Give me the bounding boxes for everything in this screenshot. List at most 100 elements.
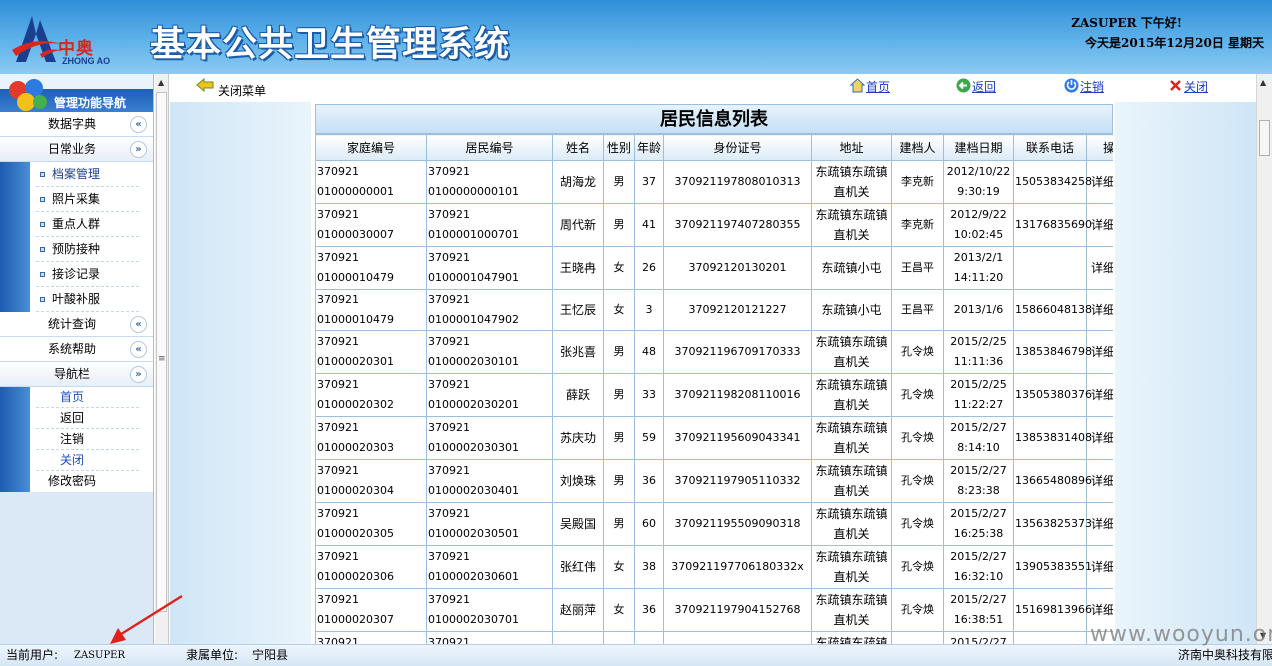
sidebar-item-vaccination[interactable]: 预防接种 bbox=[0, 237, 153, 262]
vertical-scrollbar[interactable]: ▲ ▼ bbox=[1256, 74, 1272, 644]
resident-table: 家庭编号 居民编号 姓名 性别 年龄 身份证号 地址 建档人 建档日期 联系电话… bbox=[315, 134, 1113, 644]
address-cell: 东疏镇东疏镇直机关 bbox=[811, 203, 892, 247]
table-row[interactable]: 370921 01000020305 370921 0100002030501 吴殿… bbox=[315, 502, 1113, 546]
sidebar-item-label: 预防接种 bbox=[52, 242, 101, 256]
nav-link-home[interactable]: 首页 bbox=[0, 387, 153, 408]
id-number-cell: 37092120130201 bbox=[663, 246, 812, 290]
address-cell: 东疏镇东疏镇直机关 bbox=[811, 631, 892, 644]
nav-link-logout[interactable]: 注销 bbox=[0, 429, 153, 450]
creator-cell: 王昌平 bbox=[891, 246, 944, 290]
col-header-creator[interactable]: 建档人 bbox=[891, 134, 944, 161]
category-data-dictionary[interactable]: 数据字典 « bbox=[0, 112, 153, 137]
splitter-thumb[interactable] bbox=[156, 92, 167, 612]
frame-splitter[interactable]: ▲ ≡ bbox=[155, 74, 169, 644]
name-cell: 赵丽萍 bbox=[552, 588, 604, 632]
address-cell: 东疏镇东疏镇直机关 bbox=[811, 416, 892, 460]
action-cell[interactable]: 详细信息 bbox=[1086, 203, 1113, 247]
col-header-resident-id[interactable]: 居民编号 bbox=[426, 134, 553, 161]
age-cell: 36 bbox=[634, 588, 664, 632]
address-cell: 东疏镇东疏镇直机关 bbox=[811, 502, 892, 546]
action-cell[interactable]: 详细信息 bbox=[1086, 160, 1113, 204]
company-logo: 中奥 ZHONG AO bbox=[10, 10, 122, 66]
nav-link-change-password[interactable]: 修改密码 bbox=[0, 471, 153, 492]
sidebar-accent-bar bbox=[0, 450, 30, 471]
id-number-cell: 370921195609043341 bbox=[663, 416, 812, 460]
category-help[interactable]: 系统帮助 « bbox=[0, 337, 153, 362]
name-cell: 张红伟 bbox=[552, 545, 604, 589]
table-row[interactable]: 370921 01000020304 370921 0100002030401 刘焕… bbox=[315, 459, 1113, 503]
resident-id-cell: 370921 0100000000101 bbox=[426, 160, 553, 204]
scroll-up-icon[interactable]: ▲ bbox=[1260, 78, 1266, 87]
app-window: 中奥 ZHONG AO 基本公共卫生管理系统 ZASUPER 下午好! 今天是2… bbox=[0, 0, 1272, 666]
grip-icon[interactable]: ≡ bbox=[158, 354, 166, 364]
sidebar-item-folic-acid[interactable]: 叶酸补服 bbox=[0, 287, 153, 312]
address-cell: 东疏镇东疏镇直机关 bbox=[811, 588, 892, 632]
expand-toggle-icon[interactable]: » bbox=[130, 366, 147, 383]
table-row[interactable]: 370921 01000020301 370921 0100002030101 张兆… bbox=[315, 330, 1113, 374]
created-date-cell: 2015/2/25 11:11:36 bbox=[943, 330, 1014, 374]
nav-title: 管理功能导航 bbox=[54, 96, 127, 110]
sidebar-item-photo[interactable]: 照片采集 bbox=[0, 187, 153, 212]
table-row[interactable]: 370921 01000030007 370921 0100001000701 周代… bbox=[315, 203, 1113, 247]
bullet-icon bbox=[40, 297, 45, 302]
category-label: 统计查询 bbox=[48, 317, 97, 331]
nav-link-back[interactable]: 返回 bbox=[0, 408, 153, 429]
action-cell[interactable]: 详细信息 bbox=[1086, 545, 1113, 589]
id-number-cell: 370921197904152768 bbox=[663, 588, 812, 632]
col-header-created-date[interactable]: 建档日期 bbox=[943, 134, 1014, 161]
table-row[interactable]: 370921 01000020307 370921 0100002030701 赵丽… bbox=[315, 588, 1113, 632]
collapse-toggle-icon[interactable]: « bbox=[130, 116, 147, 133]
col-header-phone[interactable]: 联系电话 bbox=[1013, 134, 1087, 161]
expand-toggle-icon[interactable]: » bbox=[130, 141, 147, 158]
col-header-name[interactable]: 姓名 bbox=[552, 134, 604, 161]
arrow-up-icon[interactable]: ▲ bbox=[158, 78, 164, 87]
action-cell[interactable]: 详细信息 bbox=[1086, 373, 1113, 417]
table-row[interactable]: 370921 01000000001 370921 0100000000101 胡海… bbox=[315, 160, 1113, 204]
col-header-id-number[interactable]: 身份证号 bbox=[663, 134, 812, 161]
table-row[interactable]: 370921 01000020303 370921 0100002030301 苏庆… bbox=[315, 416, 1113, 460]
logout-link[interactable]: 注销 bbox=[1064, 78, 1104, 95]
gender-cell: 男 bbox=[603, 330, 635, 374]
home-link[interactable]: 首页 bbox=[850, 78, 890, 95]
col-header-address[interactable]: 地址 bbox=[811, 134, 892, 161]
nav-link-close[interactable]: 关闭 bbox=[0, 450, 153, 471]
action-cell[interactable]: 详细信息 bbox=[1086, 246, 1113, 290]
category-daily-business[interactable]: 日常业务 » bbox=[0, 137, 153, 162]
phone-cell: 13853846798 bbox=[1013, 330, 1092, 374]
category-statistics[interactable]: 统计查询 « bbox=[0, 312, 153, 337]
sidebar-item-archive[interactable]: 档案管理 bbox=[0, 162, 153, 187]
table-row[interactable]: 370921 01000010479 370921 0100001047902 王忆… bbox=[315, 289, 1113, 331]
col-header-age[interactable]: 年龄 bbox=[634, 134, 664, 161]
table-row[interactable]: 370921 01000020302 370921 0100002030201 薛跃… bbox=[315, 373, 1113, 417]
collapse-toggle-icon[interactable]: « bbox=[130, 341, 147, 358]
action-cell[interactable]: 详细信息 bbox=[1086, 459, 1113, 503]
age-cell: 38 bbox=[634, 545, 664, 589]
age-cell: 33 bbox=[634, 373, 664, 417]
action-cell[interactable]: 详细信息 bbox=[1086, 289, 1113, 331]
sidebar-item-label: 接诊记录 bbox=[52, 267, 101, 281]
creator-cell: 孔令焕 bbox=[891, 502, 944, 546]
col-header-gender[interactable]: 性别 bbox=[603, 134, 635, 161]
action-cell[interactable]: 详细信息 bbox=[1086, 330, 1113, 374]
home-icon bbox=[850, 78, 865, 93]
col-header-family-id[interactable]: 家庭编号 bbox=[315, 134, 427, 161]
sidebar-item-key-groups[interactable]: 重点人群 bbox=[0, 212, 153, 237]
close-link[interactable]: 关闭 bbox=[1170, 78, 1208, 95]
back-link[interactable]: 返回 bbox=[956, 78, 996, 95]
resident-id-cell: 370921 0100002030101 bbox=[426, 330, 553, 374]
table-row[interactable]: 370921 01000020308370921 0100002030801王平… bbox=[315, 631, 1113, 644]
sidebar-accent-bar bbox=[0, 262, 30, 287]
scrollbar-thumb[interactable] bbox=[1259, 120, 1270, 156]
sidebar-item-visits[interactable]: 接诊记录 bbox=[0, 262, 153, 287]
watermark-text: www.wooyun.org bbox=[1090, 622, 1272, 647]
action-cell[interactable]: 详细信息 bbox=[1086, 502, 1113, 546]
action-cell[interactable]: 详细信息 bbox=[1086, 416, 1113, 460]
col-header-action[interactable]: 操作 bbox=[1086, 134, 1113, 161]
phone-cell: 13665480896 bbox=[1013, 459, 1092, 503]
sidebar-accent-bar bbox=[0, 162, 30, 187]
table-row[interactable]: 370921 01000010479 370921 0100001047901 王晓… bbox=[315, 246, 1113, 290]
category-navbar[interactable]: 导航栏 » bbox=[0, 362, 153, 387]
collapse-toggle-icon[interactable]: « bbox=[130, 316, 147, 333]
table-row[interactable]: 370921 01000020306 370921 0100002030601 张红… bbox=[315, 545, 1113, 589]
address-cell: 东疏镇东疏镇直机关 bbox=[811, 373, 892, 417]
